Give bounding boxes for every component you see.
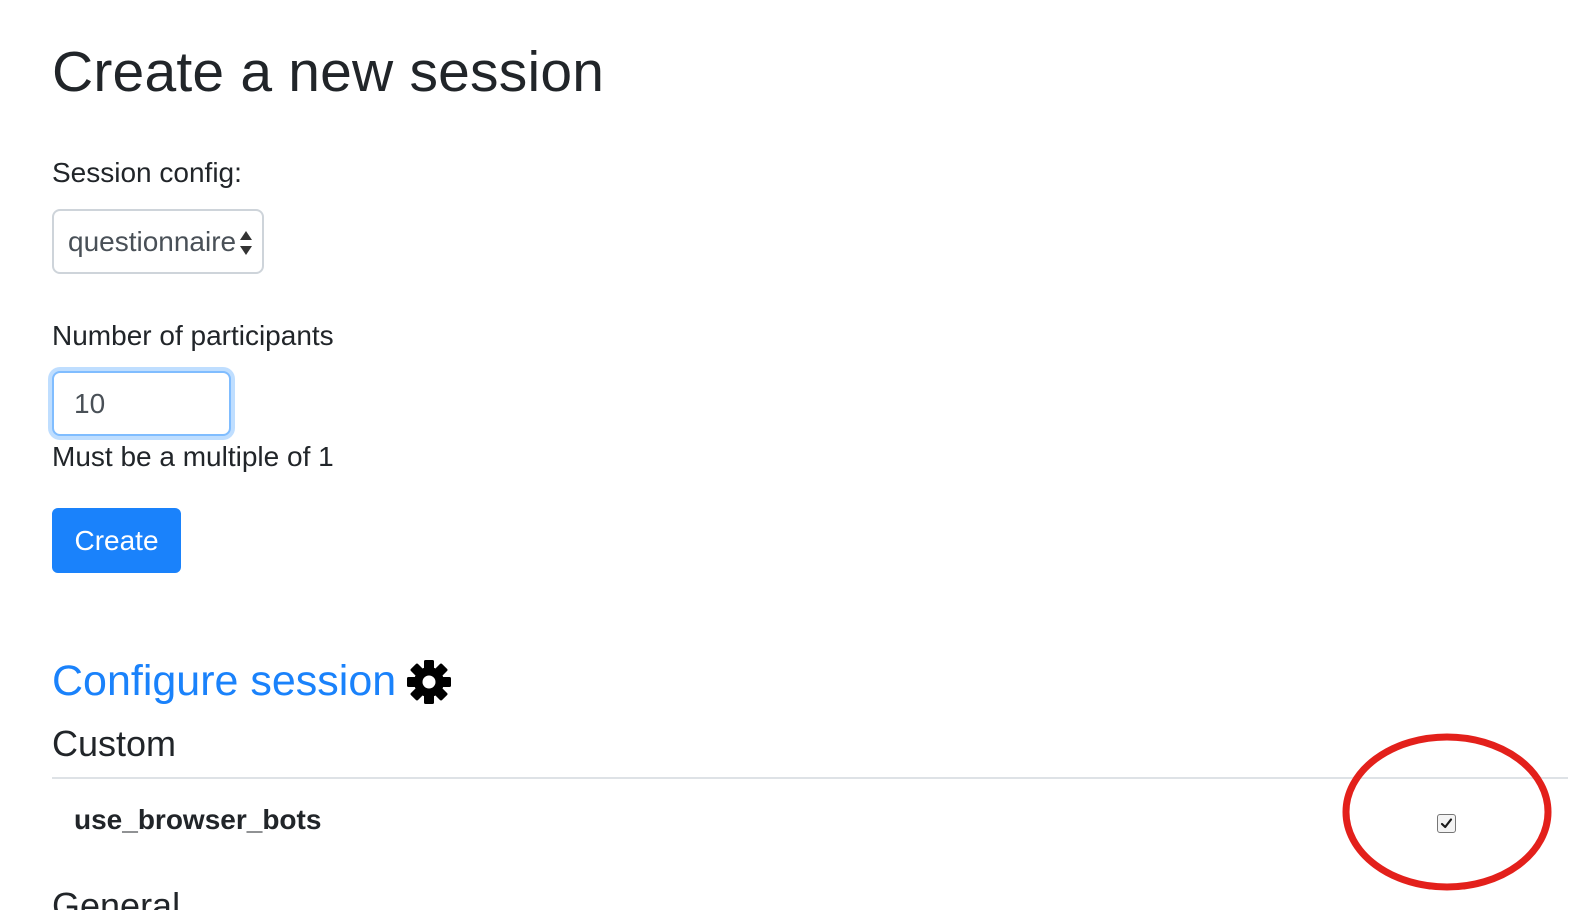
section-heading-general: General xyxy=(52,885,181,910)
session-config-value: questionnaire xyxy=(68,225,237,257)
create-button[interactable]: Create xyxy=(52,508,181,573)
use-browser-bots-checkbox[interactable] xyxy=(1437,814,1456,833)
page: Create a new session Session config: que… xyxy=(0,0,1580,910)
annotation-circle xyxy=(1342,733,1552,891)
checkmark-icon xyxy=(1440,818,1453,829)
config-row-name: use_browser_bots xyxy=(74,804,322,835)
participants-label: Number of participants xyxy=(52,320,334,351)
divider xyxy=(52,777,1568,779)
page-title: Create a new session xyxy=(52,40,605,104)
session-config-select[interactable]: questionnaire xyxy=(52,209,264,274)
participants-input[interactable] xyxy=(52,371,231,436)
gear-icon[interactable] xyxy=(406,659,452,705)
select-arrows-icon xyxy=(240,231,252,255)
configure-session-row: Configure session xyxy=(52,656,452,708)
participants-help-text: Must be a multiple of 1 xyxy=(52,441,334,472)
session-config-label: Session config: xyxy=(52,157,242,188)
section-heading-custom: Custom xyxy=(52,723,177,764)
configure-session-link[interactable]: Configure session xyxy=(52,656,396,708)
